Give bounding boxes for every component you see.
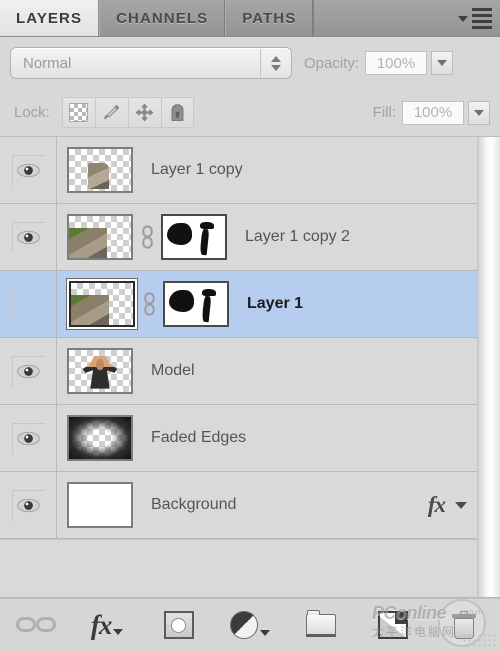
eye-icon [17,498,40,513]
chevron-down-icon [259,630,270,636]
lock-button-group [61,97,194,128]
blend-mode-value: Normal [23,54,72,72]
layer-name[interactable]: Background [151,496,428,514]
panel-tab-bar: LAYERS CHANNELS PATHS [0,0,500,37]
layer-visibility-toggle[interactable] [0,271,57,337]
tab-paths[interactable]: PATHS [225,0,314,36]
lock-image-pixels-button[interactable] [94,97,128,128]
mask-link-icon[interactable] [138,224,156,250]
trash-icon [452,610,477,639]
tab-layers-label: LAYERS [16,9,83,27]
fill-dropdown-button[interactable] [468,100,490,125]
table-row[interactable]: Background fx [0,472,477,539]
lock-all-button[interactable] [160,97,194,128]
expand-effects-chevron-icon[interactable] [455,501,467,509]
opacity-input[interactable]: 100% [365,51,428,75]
new-group-button[interactable] [286,599,357,651]
layer-name[interactable]: Faded Edges [151,429,477,447]
hamburger-menu-icon [472,8,492,29]
layers-panel: LAYERS CHANNELS PATHS Normal Opacity: 10… [0,0,500,651]
layer-list: Layer 1 copy Layer 1 copy 2 Layer 1 Mode… [0,137,477,597]
layer-visibility-toggle[interactable] [0,204,57,270]
layer-mask-thumbnail[interactable] [161,214,227,260]
layers-panel-bottom-toolbar: fx PConline .com.cn 太平洋电脑网 [0,598,500,651]
layer-name[interactable]: Layer 1 copy 2 [245,228,477,246]
tab-channels-label: CHANNELS [116,9,209,27]
layer-thumbnail[interactable] [67,348,133,394]
layer-thumbnail[interactable] [67,147,133,193]
layer-visibility-toggle[interactable] [0,137,57,203]
link-layers-button[interactable] [0,599,71,651]
half-filled-circle-icon [229,611,258,639]
add-layer-mask-button[interactable] [143,599,214,651]
new-layer-button[interactable] [357,599,428,651]
table-row[interactable]: Layer 1 copy [0,137,477,204]
vertical-scrollbar[interactable] [477,137,500,597]
padlock-icon [171,104,184,121]
chevron-down-icon [113,628,124,635]
opacity-dropdown-button[interactable] [431,51,454,75]
layer-list-empty-area [0,539,477,597]
fx-icon: fx [90,609,112,640]
layer-thumbnail[interactable] [67,415,133,461]
table-row[interactable]: Layer 1 copy 2 [0,204,477,271]
panel-menu-button[interactable] [458,8,492,29]
folder-icon [306,609,337,637]
chevron-down-icon [458,15,468,22]
tab-layers[interactable]: LAYERS [0,0,100,36]
layer-visibility-toggle[interactable] [0,405,57,471]
table-row[interactable]: Model [0,338,477,405]
lock-label: Lock: [14,104,50,121]
layer-mask-thumbnail[interactable] [163,281,229,327]
layer-name[interactable]: Model [151,362,477,380]
tab-channels[interactable]: CHANNELS [99,0,226,36]
eye-icon-off [11,288,45,320]
tab-paths-label: PATHS [242,9,297,27]
layer-mask-icon [163,611,194,639]
lock-position-button[interactable] [127,97,161,128]
layer-list-container: Layer 1 copy Layer 1 copy 2 Layer 1 Mode… [0,137,500,598]
eye-icon [17,431,40,446]
new-layer-icon [377,611,408,639]
layer-name[interactable]: Layer 1 [247,295,477,313]
layer-thumbnail[interactable] [67,214,133,260]
layer-thumbnail[interactable] [69,281,135,327]
delete-layer-button[interactable] [429,599,500,651]
layer-thumbnail[interactable] [67,482,133,528]
lock-row: Lock: Fill: 100% [0,89,500,137]
fx-icon[interactable]: fx [428,492,446,518]
table-row[interactable]: Layer 1 [0,271,477,338]
move-arrows-icon [136,103,154,122]
layer-name[interactable]: Layer 1 copy [151,161,477,179]
up-down-spinner-icon[interactable] [260,49,291,77]
layer-effects-indicator: fx [428,492,477,518]
eye-icon [17,230,40,245]
table-row[interactable]: Faded Edges [0,405,477,472]
mask-link-icon[interactable] [140,291,158,317]
chain-link-icon [15,617,56,633]
fill-input[interactable]: 100% [402,100,464,125]
fill-label: Fill: [372,104,396,121]
layer-visibility-toggle[interactable] [0,338,57,404]
checkerboard-icon [69,103,89,122]
add-layer-style-button[interactable]: fx [71,599,142,651]
chevron-down-icon [474,109,484,116]
eye-icon [17,364,40,379]
new-adjustment-layer-button[interactable] [214,599,285,651]
eye-icon [17,163,40,178]
blend-mode-row: Normal Opacity: 100% [0,37,500,89]
blend-mode-select[interactable]: Normal [10,47,292,79]
chevron-down-icon [437,60,448,66]
brush-icon [104,105,120,120]
lock-transparent-pixels-button[interactable] [61,97,95,128]
layer-visibility-toggle[interactable] [0,472,57,538]
opacity-label: Opacity: [304,54,360,72]
